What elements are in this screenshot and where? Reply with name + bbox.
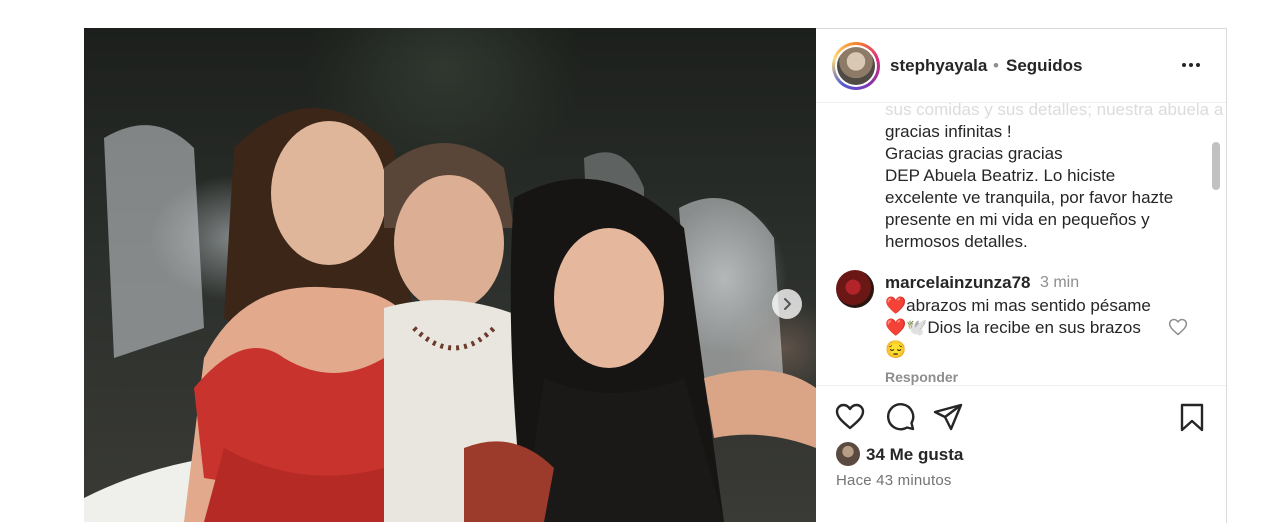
photo-illustration xyxy=(84,108,816,522)
chevron-right-icon xyxy=(784,298,791,310)
heart-icon[interactable] xyxy=(834,401,866,433)
likes-avatar[interactable] xyxy=(836,442,860,466)
comment-time: 3 min xyxy=(1040,274,1080,291)
post-timestamp: Hace 43 minutos xyxy=(836,472,952,489)
caption-line: Gracias gracias gracias xyxy=(885,144,1063,163)
post-image[interactable] xyxy=(84,28,816,522)
separator-dot: • xyxy=(993,56,999,75)
comments-scrollbar-thumb[interactable] xyxy=(1212,142,1220,190)
next-image-button[interactable] xyxy=(772,289,802,319)
caption-line: presente en mi vida en pequeños y xyxy=(885,210,1150,229)
caption-line: DEP Abuela Beatriz. Lo hiciste xyxy=(885,166,1116,185)
comment-line: 😔 xyxy=(885,340,907,359)
post-caption: sus comidas y sus detalles; nuestra abue… xyxy=(885,103,1226,253)
likes-count[interactable]: 34 Me gusta xyxy=(866,445,963,465)
commenter-avatar[interactable] xyxy=(836,270,874,308)
comment-line: ❤️abrazos mi mas sentido pésame xyxy=(885,296,1151,315)
comment-text: ❤️abrazos mi mas sentido pésame ❤️🕊️Dios… xyxy=(885,295,1175,361)
author-avatar[interactable] xyxy=(832,42,880,90)
post-header: stephyayala • Seguidos xyxy=(816,29,1226,103)
more-options-icon[interactable] xyxy=(1179,53,1203,77)
comment-icon[interactable] xyxy=(884,401,916,433)
comments-list[interactable]: sus comidas y sus detalles; nuestra abue… xyxy=(816,103,1226,385)
caption-line: sus comidas y sus detalles; nuestra abue… xyxy=(885,103,1226,119)
bookmark-icon[interactable] xyxy=(1176,401,1208,433)
commenter-username[interactable]: marcelainzunza78 xyxy=(885,273,1031,293)
share-icon[interactable] xyxy=(932,401,964,433)
author-username[interactable]: stephyayala xyxy=(890,56,987,76)
comment-like-icon[interactable] xyxy=(1168,317,1188,337)
follow-status-button[interactable]: Seguidos xyxy=(1006,56,1083,76)
author-avatar-image xyxy=(837,47,875,85)
reply-button[interactable]: Responder xyxy=(885,369,958,385)
comment-line: ❤️🕊️Dios la recibe en sus brazos xyxy=(885,318,1141,337)
caption-line: gracias infinitas ! xyxy=(885,122,1012,141)
post-side-panel: stephyayala • Seguidos sus comidas y sus… xyxy=(816,28,1227,523)
caption-line: excelente ve tranquila, por favor hazte xyxy=(885,188,1174,207)
post-actions: 34 Me gusta Hace 43 minutos xyxy=(816,385,1226,524)
caption-line: hermosos detalles. xyxy=(885,232,1028,251)
